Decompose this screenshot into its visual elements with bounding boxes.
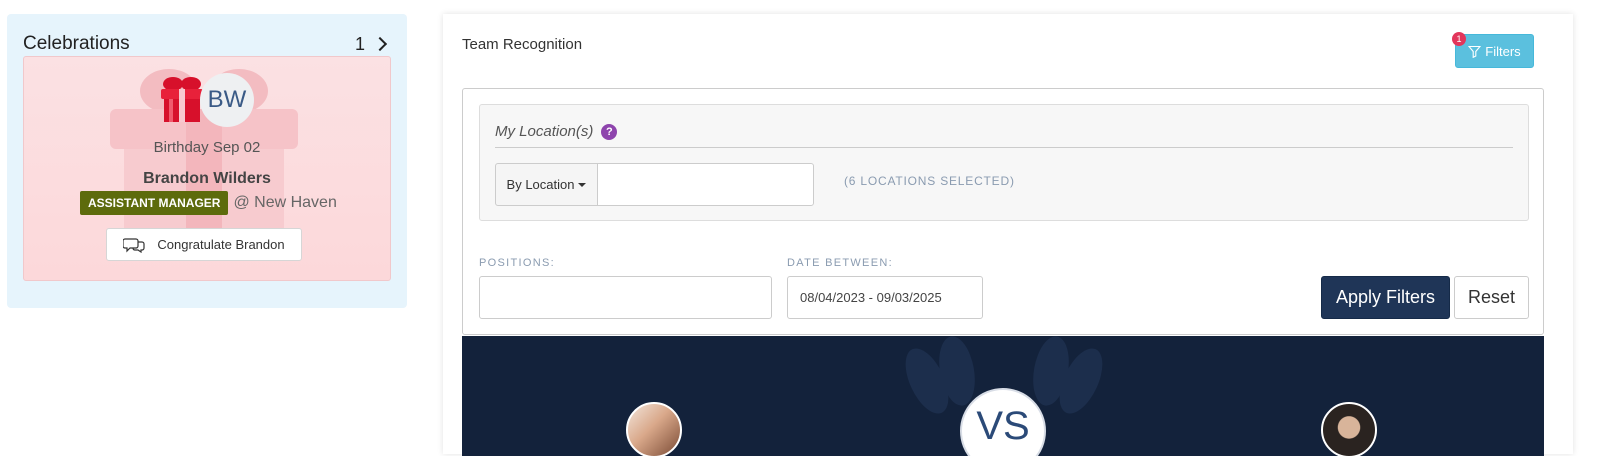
- help-icon[interactable]: ?: [601, 123, 618, 140]
- celebration-event: Birthday Sep 02: [153, 139, 261, 156]
- reset-button[interactable]: Reset: [1454, 276, 1529, 319]
- versus-badge: VS: [960, 388, 1046, 456]
- location-mode-value: By Location: [506, 177, 575, 192]
- team-recognition-panel: Team Recognition 1 Filters My Location(s…: [443, 14, 1573, 456]
- celebrations-next-button[interactable]: 1: [355, 34, 391, 55]
- celebrations-title: Celebrations: [23, 33, 130, 54]
- panel-title: Team Recognition: [462, 36, 583, 53]
- filter-form: My Location(s) ? By Location (6 LOCATION…: [462, 88, 1544, 335]
- filters-count-badge: 1: [1452, 32, 1466, 46]
- celebrant-role-row: ASSISTANT MANAGER @ New Haven: [80, 191, 337, 215]
- celebration-card: BW Birthday Sep 02 Brandon Wilders ASSIS…: [23, 56, 391, 281]
- location-filter: My Location(s) ? By Location (6 LOCATION…: [479, 104, 1529, 221]
- caret-down-icon: [578, 182, 587, 187]
- filters-label: Filters: [1485, 43, 1521, 59]
- competitor-left-avatar[interactable]: [626, 402, 682, 456]
- celebrations-header: Celebrations 1: [23, 32, 391, 56]
- celebrations-count: 1: [354, 33, 365, 54]
- gift-icon: [161, 77, 203, 122]
- celebrant-location: @ New Haven: [233, 194, 337, 211]
- competitor-right-avatar[interactable]: [1321, 402, 1377, 456]
- role-badge: ASSISTANT MANAGER: [80, 191, 229, 215]
- celebrations-widget: Celebrations 1 BW Birthday Sep 02 Brando…: [7, 14, 407, 308]
- chat-bubbles-icon: [123, 237, 145, 253]
- date-range-label: DATE BETWEEN:: [787, 257, 893, 269]
- avatar: BW: [200, 73, 254, 127]
- celebrant-name: Brandon Wilders: [143, 170, 271, 187]
- positions-input[interactable]: [479, 276, 772, 319]
- location-filter-label: My Location(s) ?: [495, 123, 618, 140]
- competition-banner: VS: [462, 336, 1544, 456]
- location-search-input[interactable]: [597, 163, 814, 206]
- chevron-right-icon: [372, 36, 388, 52]
- location-label-text: My Location(s): [495, 123, 594, 140]
- apply-filters-button[interactable]: Apply Filters: [1321, 276, 1450, 319]
- positions-label: POSITIONS:: [479, 257, 555, 269]
- congratulate-label: Congratulate Brandon: [157, 237, 285, 252]
- divider: [495, 147, 1513, 148]
- filter-icon: [1468, 45, 1482, 58]
- location-mode-dropdown[interactable]: By Location: [495, 163, 598, 206]
- congratulate-button[interactable]: Congratulate Brandon: [106, 228, 302, 261]
- locations-selected-count: (6 LOCATIONS SELECTED): [844, 174, 1015, 188]
- filters-button[interactable]: 1 Filters: [1452, 32, 1534, 68]
- date-range-input[interactable]: 08/04/2023 - 09/03/2025: [787, 276, 983, 319]
